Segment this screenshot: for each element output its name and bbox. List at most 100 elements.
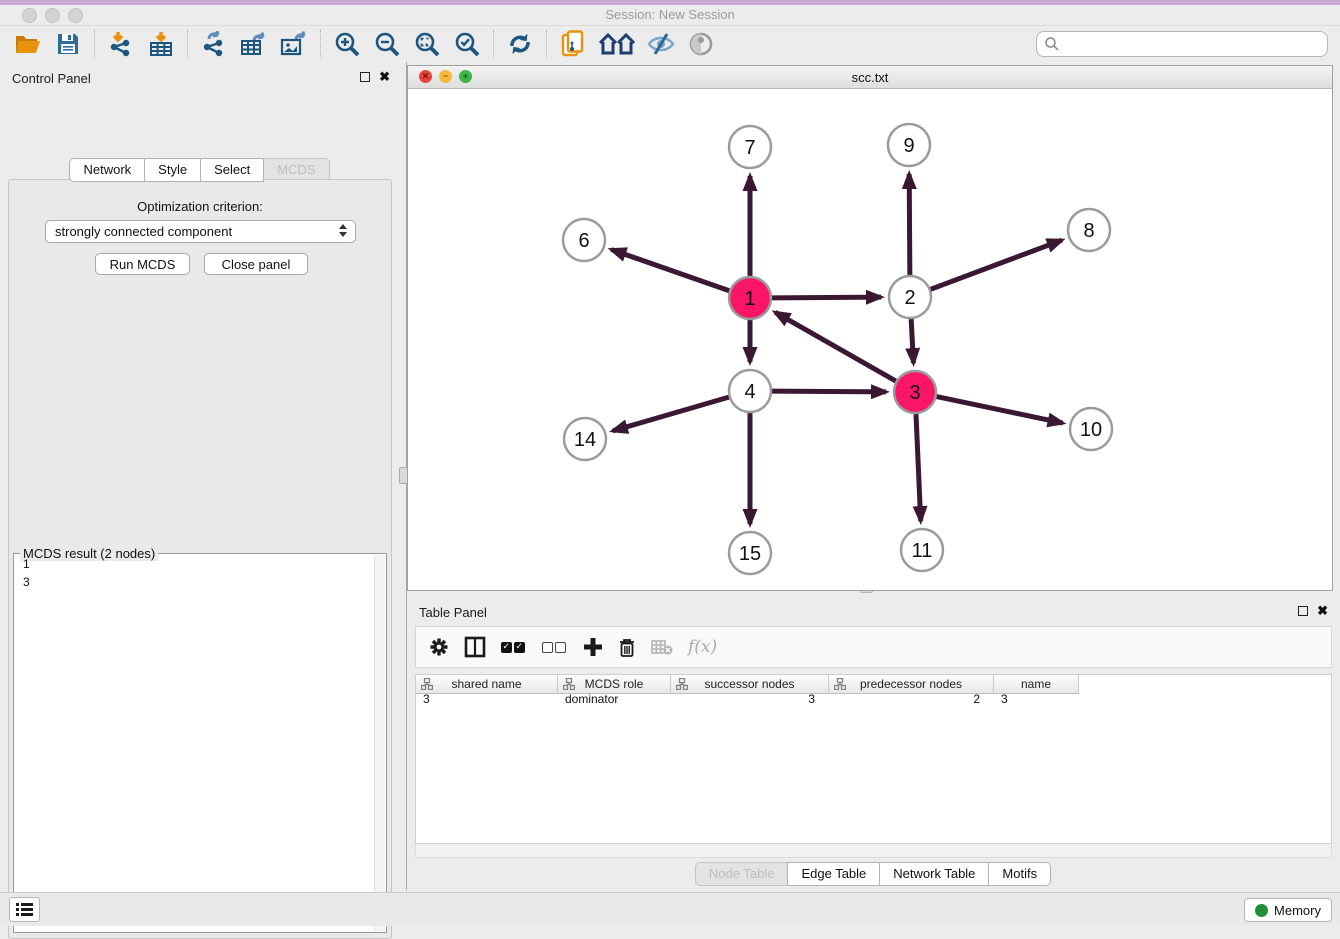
zoom-in-icon[interactable] [332,29,362,59]
save-session-icon[interactable] [53,29,83,59]
run-mcds-button[interactable]: Run MCDS [95,253,190,275]
node-label-4: 4 [744,381,755,403]
task-list-icon [16,903,33,916]
edge-4-14[interactable] [613,397,729,431]
zoom-out-icon[interactable] [372,29,402,59]
table-panel-tabs: Node TableEdge TableNetwork TableMotifs [407,862,1340,886]
show-graphics-icon[interactable] [686,29,716,59]
network-view-window: ✕ − + scc.txt 7 9 6 8 1 2 4 3 14 10 15 11 [407,65,1333,591]
table-panel-title: Table Panel [419,605,487,620]
export-network-icon[interactable] [199,29,229,59]
open-session-icon[interactable] [13,29,43,59]
node-label-15: 15 [739,543,761,565]
column-header-MCDS-role[interactable]: MCDS role [558,675,671,694]
column-visibility-icon[interactable] [464,636,486,658]
edge-3-11[interactable] [916,414,921,521]
titlebar-accent-strip [0,0,1340,5]
edge-3-1[interactable] [775,312,896,381]
mcds-result-group: MCDS result (2 nodes) 13 [13,553,387,933]
tab-network-table[interactable]: Network Table [879,862,989,886]
tab-edge-table[interactable]: Edge Table [787,862,880,886]
node-label-11: 11 [912,540,933,562]
cybrowser-icon[interactable] [558,29,588,59]
toolbar-separator [187,30,188,58]
node-label-10: 10 [1080,419,1102,441]
float-table-panel-icon[interactable] [1298,606,1308,616]
memory-label: Memory [1274,903,1321,918]
tab-node-table[interactable]: Node Table [695,862,789,886]
delete-table-icon[interactable] [651,639,673,655]
import-network-icon[interactable] [106,29,136,59]
toolbar-separator [493,30,494,58]
zoom-fit-icon[interactable] [412,29,442,59]
apply-layout-icon[interactable] [505,29,535,59]
node-label-14: 14 [574,429,596,451]
edge-3-10[interactable] [937,397,1063,424]
network-window-titlebar[interactable]: ✕ − + scc.txt [408,66,1332,89]
tab-select[interactable]: Select [200,158,264,182]
control-panel-header: Control Panel ✖ [0,62,400,92]
float-panel-icon[interactable] [360,72,370,82]
node-label-2: 2 [904,287,915,309]
delete-column-icon[interactable] [618,637,636,658]
tab-style[interactable]: Style [144,158,201,182]
memory-button[interactable]: Memory [1244,898,1332,922]
import-table-icon[interactable] [146,29,176,59]
window-title: Session: New Session [0,7,1340,22]
mcds-result-item[interactable]: 1 [14,556,374,574]
function-builder-icon[interactable]: f(x) [688,637,717,657]
edge-2-9[interactable] [909,174,910,275]
select-all-icon[interactable] [501,642,527,653]
export-table-icon[interactable] [239,29,269,59]
edge-2-3[interactable] [911,319,913,363]
hide-graphics-icon[interactable] [646,29,676,59]
zoom-selected-icon[interactable] [452,29,482,59]
tab-network[interactable]: Network [69,158,145,182]
close-panel-icon[interactable]: ✖ [379,69,390,85]
mcds-result-scrollbar[interactable] [374,555,385,931]
mcds-result-list[interactable]: 13 [14,556,374,930]
column-header-name[interactable]: name [994,675,1079,694]
node-label-3: 3 [909,382,920,404]
mcds-result-item[interactable]: 3 [14,574,374,592]
node-label-6: 6 [578,230,589,252]
select-stepper-icon [337,224,349,237]
table-header-row: shared nameMCDS rolesuccessor nodesprede… [416,675,1079,694]
table-toolbar: f(x) [415,626,1332,668]
optimization-criterion-select[interactable]: strongly connected component [45,220,356,243]
table-scrollbar[interactable] [415,844,1332,858]
table-panel-header: Table Panel ✖ [407,596,1340,626]
control-panel: Control Panel ✖ NetworkStyleSelectMCDS O… [0,62,400,890]
add-column-icon[interactable] [583,637,603,657]
export-image-icon[interactable] [279,29,309,59]
tab-motifs[interactable]: Motifs [988,862,1051,886]
ndex-home-icon[interactable] [598,29,636,59]
column-header-shared-name[interactable]: shared name [416,675,558,694]
table-options-icon[interactable] [429,637,449,657]
node-label-9: 9 [903,135,914,157]
status-bar: Memory [0,892,1340,926]
close-panel-button[interactable]: Close panel [204,253,308,275]
edge-1-2[interactable] [772,297,881,298]
edge-2-8[interactable] [931,240,1062,289]
column-header-successor-nodes[interactable]: successor nodes [671,675,829,694]
column-header-predecessor-nodes[interactable]: predecessor nodes [829,675,994,694]
optimization-criterion-value: strongly connected component [55,224,232,239]
control-panel-title: Control Panel [12,71,91,86]
close-table-panel-icon[interactable]: ✖ [1317,603,1328,619]
node-label-7: 7 [744,137,755,159]
edge-4-3[interactable] [772,391,886,392]
mcds-tab-content: Optimization criterion: strongly connect… [8,179,392,939]
graph-svg[interactable]: 7 9 6 8 1 2 4 3 14 10 15 11 [408,89,1332,590]
toolbar-separator [320,30,321,58]
window-titlebar: Session: New Session [0,0,1340,26]
node-label-1: 1 [744,288,755,310]
node-table: shared nameMCDS rolesuccessor nodesprede… [415,674,1332,844]
deselect-all-icon[interactable] [542,642,568,653]
edge-1-6[interactable] [611,250,729,291]
memory-status-icon [1255,904,1268,917]
toolbar-separator [546,30,547,58]
node-label-8: 8 [1083,220,1094,242]
search-input[interactable] [1036,31,1328,57]
task-history-button[interactable] [9,897,40,922]
